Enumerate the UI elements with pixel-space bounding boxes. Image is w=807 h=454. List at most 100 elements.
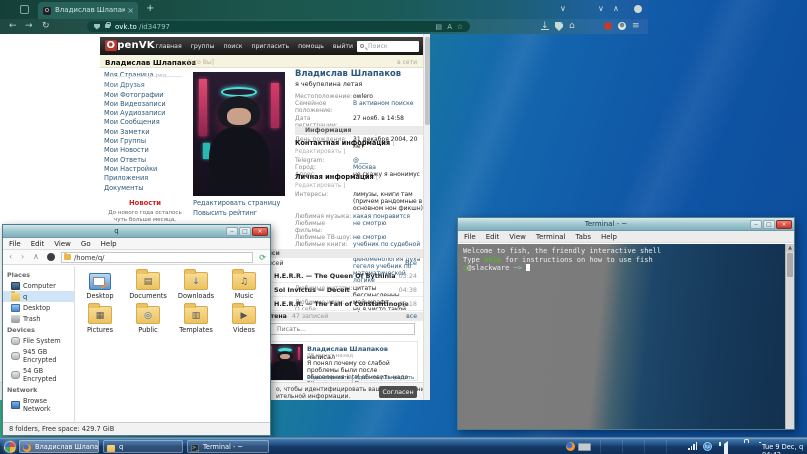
terminal-scrollbar-thumb[interactable] (787, 253, 793, 277)
nav-logout[interactable]: выйти (333, 43, 353, 50)
place-home[interactable]: q (3, 291, 74, 302)
translate-icon[interactable]: A (447, 23, 452, 31)
up-icon[interactable]: ∧ (33, 252, 39, 261)
network-signal-icon[interactable] (688, 442, 698, 450)
folder-public[interactable]: ◎ Public (126, 306, 170, 334)
hp-icon[interactable]: hp (703, 442, 712, 451)
maximize-window-icon[interactable]: ∧ (613, 4, 619, 13)
menu-tabs[interactable]: Tabs (576, 231, 592, 242)
post-timestamp[interactable]: 38 минут назад (307, 353, 353, 359)
profile-avatar[interactable] (193, 72, 285, 196)
network-browse[interactable]: Browse Network (3, 395, 74, 414)
close-tab-icon[interactable]: × (127, 2, 134, 19)
downloads-icon[interactable]: ↓ (541, 21, 549, 30)
taskbar-button-terminal[interactable]: >_ Terminal - ~ (187, 440, 269, 453)
forward-icon[interactable]: → (25, 21, 33, 31)
menu-terminal[interactable]: Terminal (536, 231, 566, 242)
site-search-input[interactable]: Поиск (357, 41, 419, 52)
tray-firefox-icon[interactable] (566, 442, 575, 451)
adblock-extension-icon[interactable] (604, 22, 612, 30)
nav-invite[interactable]: пригласить (251, 43, 289, 50)
menu-help[interactable]: Help (101, 238, 117, 249)
browser-titlebar[interactable]: O Владислав Шлапаков - Op × + ∨ ∨ ∧ (0, 0, 648, 19)
list-tabs-icon[interactable]: ∨ (560, 4, 566, 13)
bookmark-star-icon[interactable]: ☆ (457, 23, 463, 31)
nav-help[interactable]: помощь (298, 43, 324, 50)
reader-mode-icon[interactable]: ▤ (435, 23, 442, 31)
back-icon[interactable]: ‹ (9, 252, 12, 261)
menu-file[interactable]: File (464, 231, 476, 242)
home-icon[interactable] (47, 253, 55, 261)
nav-search[interactable]: поиск (223, 43, 242, 50)
terminal-titlebar[interactable]: Terminal - ~ ‒ □ × (458, 218, 794, 231)
sidebar-item-apps[interactable]: Приложения (100, 174, 190, 183)
nav-groups[interactable]: группы (191, 43, 215, 50)
place-trash[interactable]: Trash (3, 313, 74, 324)
sidebar-item-answers[interactable]: Мои Ответы (100, 156, 190, 165)
edit-page-link[interactable]: Редактировать страницу (193, 199, 280, 209)
maximize-button[interactable]: □ (763, 220, 775, 229)
folder-pictures[interactable]: ▦ Pictures (78, 306, 122, 334)
terminal-scrollbar[interactable]: ▲ (785, 244, 794, 429)
page-scrollbar[interactable] (423, 34, 430, 400)
minimize-button[interactable]: ‒ (750, 220, 762, 229)
sidebar-item-notes[interactable]: Мои Заметки (100, 128, 190, 137)
post-author-avatar[interactable] (267, 344, 303, 380)
sidebar-item-messages[interactable]: Мои Сообщения (100, 118, 190, 127)
taskbar-button-filemanager[interactable]: q (103, 440, 183, 453)
tray-indicator-box[interactable] (578, 443, 591, 451)
openvk-logo[interactable]: OpenVK (105, 40, 155, 51)
menu-view[interactable]: View (509, 231, 526, 242)
place-computer[interactable]: Computer (3, 280, 74, 291)
file-manager-titlebar[interactable]: q ‒ □ × (3, 225, 270, 238)
home-icon[interactable]: ⌂ (569, 21, 575, 32)
post-author-link[interactable]: Владислав Шлапаков (307, 345, 388, 353)
extension-shield-icon[interactable] (555, 22, 563, 31)
account-icon[interactable] (618, 22, 626, 30)
sidebar-item-docs[interactable]: Документы (100, 184, 190, 193)
firefox-view-icon[interactable] (20, 5, 29, 14)
menu-file[interactable]: File (9, 238, 21, 249)
folder-videos[interactable]: ▶ Videos (222, 306, 266, 334)
folder-documents[interactable]: ▤ Documents (126, 272, 170, 300)
reload-icon[interactable]: ↻ (42, 21, 50, 31)
place-desktop[interactable]: Desktop (3, 302, 74, 313)
menu-edit[interactable]: Edit (486, 231, 500, 242)
path-input[interactable] (61, 252, 253, 263)
folder-music[interactable]: ♫ Music (222, 272, 266, 300)
nav-home[interactable]: главная (155, 43, 181, 50)
minimize-window-icon[interactable]: ∨ (598, 4, 604, 13)
new-tab-button[interactable]: + (146, 3, 154, 14)
taskbar-button-browser[interactable]: Владислав Шлапаков -... (19, 440, 99, 453)
start-button[interactable] (4, 441, 16, 453)
menu-view[interactable]: View (54, 238, 71, 249)
sidebar-item-audios[interactable]: Мои Аудиозаписи (100, 109, 190, 118)
volume-icon[interactable] (721, 441, 728, 454)
minimize-button[interactable]: ‒ (226, 227, 238, 236)
sidebar-item-videos[interactable]: Мои Видеозаписи (100, 100, 190, 109)
wall-all-link[interactable]: все (406, 312, 417, 321)
cookie-accept-button[interactable]: Согласен (379, 386, 417, 398)
page-scrollbar-thumb[interactable] (425, 37, 430, 125)
terminal-output[interactable]: Welcome to fish, the friendly interactiv… (458, 244, 794, 429)
device-encrypted-54[interactable]: 54 GB Encrypted (3, 365, 74, 384)
forward-icon[interactable]: › (21, 252, 24, 261)
sidebar-item-groups[interactable]: Мои Группы (100, 137, 190, 146)
back-icon[interactable]: ← (9, 21, 17, 31)
lock-icon[interactable] (105, 24, 110, 28)
folder-desktop[interactable]: Desktop (78, 272, 122, 300)
menu-go[interactable]: Go (81, 238, 91, 249)
menu-edit[interactable]: Edit (31, 238, 45, 249)
sidebar-item-photos[interactable]: Мои Фотографии (100, 91, 190, 100)
device-filesystem[interactable]: File System (3, 335, 74, 346)
folder-downloads[interactable]: ↓ Downloads (174, 272, 218, 300)
boost-rating-link[interactable]: Повысить рейтинг (193, 209, 280, 219)
close-button[interactable]: × (252, 227, 268, 236)
tracking-shield-icon[interactable] (94, 24, 100, 30)
taskbar-user[interactable]: q (799, 443, 803, 451)
menu-hamburger-icon[interactable]: ≡ (632, 21, 640, 32)
maximize-button[interactable]: □ (239, 227, 251, 236)
folder-templates[interactable]: ▥ Templates (174, 306, 218, 334)
audio-all-link[interactable]: Все (405, 259, 417, 267)
device-encrypted-945[interactable]: 945 GB Encrypted (3, 346, 74, 365)
